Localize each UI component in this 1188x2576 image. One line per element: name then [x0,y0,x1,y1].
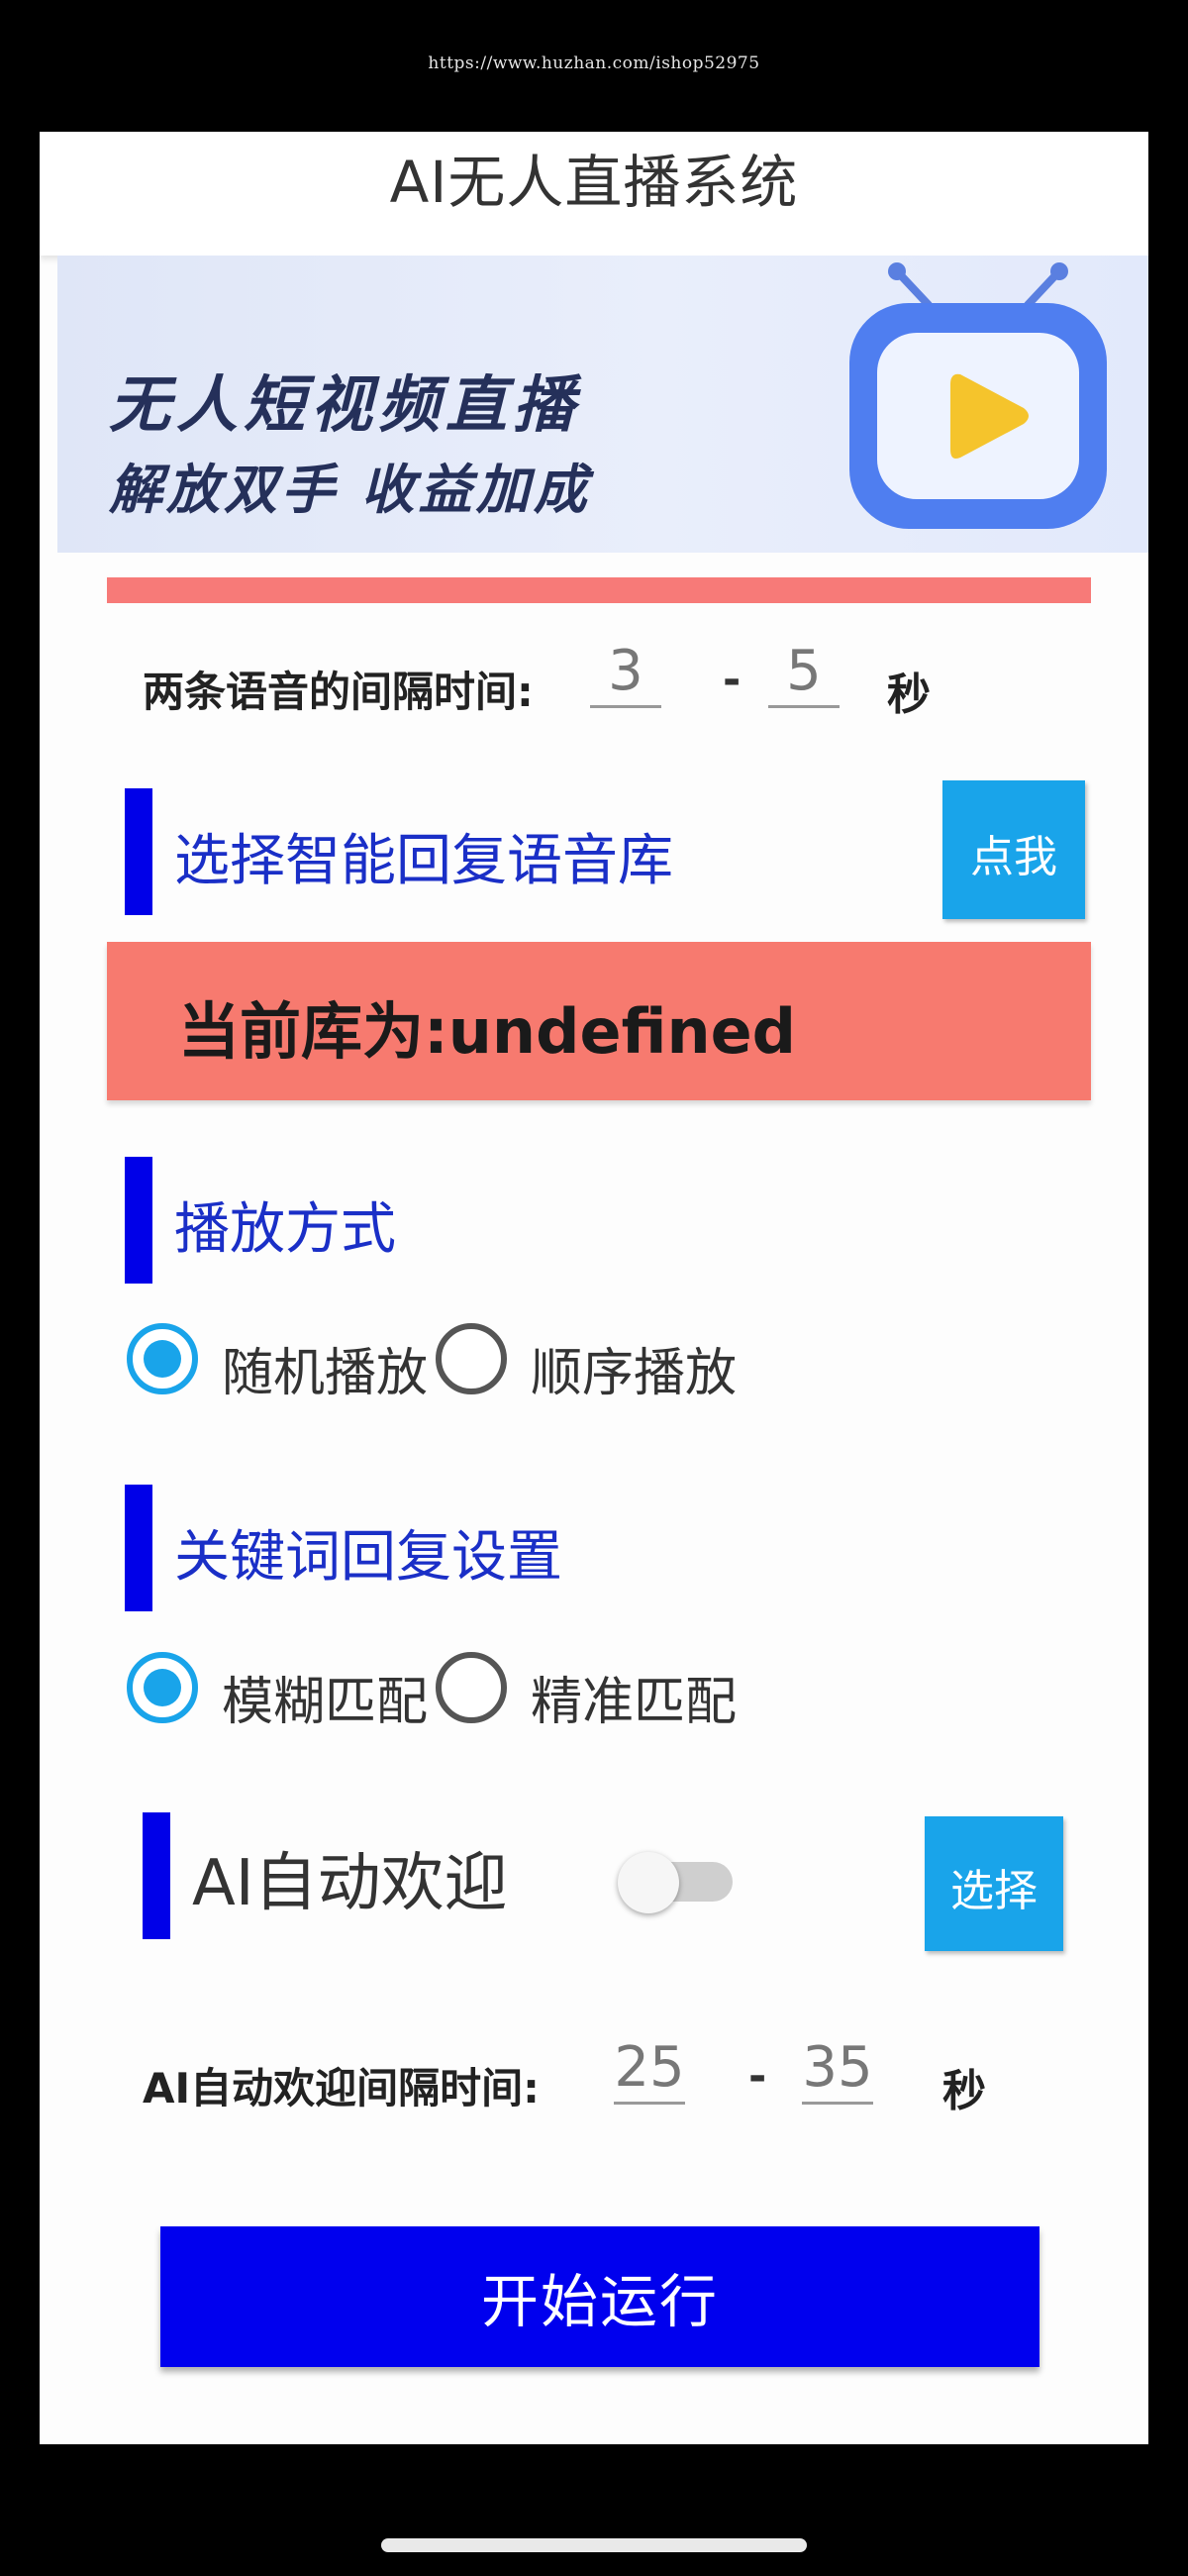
home-indicator[interactable] [381,2538,807,2552]
range-dash: - [748,2051,767,2102]
current-library-banner: 当前库为:undefined [107,942,1091,1100]
voice-interval-row: 两条语音的间隔时间: - 秒 [143,637,1083,726]
current-library-text: 当前库为:undefined [178,995,797,1068]
exact-match-radio[interactable] [436,1652,507,1723]
keyword-section-title: 关键词回复设置 [174,1525,562,1590]
banner-headline: 无人短视频直播 [109,368,581,441]
section-marker [125,1157,152,1284]
start-run-button[interactable]: 开始运行 [160,2226,1040,2367]
section-marker [125,1485,152,1611]
tv-play-icon [849,262,1107,529]
section-marker [143,1812,170,1939]
promo-banner: 无人短视频直播 解放双手 收益加成 [57,256,1148,553]
playback-section-title: 播放方式 [174,1197,396,1262]
range-dash: - [723,655,742,705]
library-section: 选择智能回复语音库 点我 [125,780,1095,919]
watermark-url: https://www.huzhan.com/ishop52975 [428,53,760,73]
exact-match-label[interactable]: 精准匹配 [531,1660,737,1734]
keyword-options: 模糊匹配 精准匹配 [127,1652,820,1734]
voice-interval-max-input[interactable] [768,637,840,708]
voice-interval-label: 两条语音的间隔时间: [143,668,534,716]
keyword-section: 关键词回复设置 [125,1485,818,1613]
fuzzy-match-label[interactable]: 模糊匹配 [222,1660,428,1734]
section-marker [125,788,152,915]
seconds-unit: 秒 [942,2066,986,2116]
choose-library-button[interactable]: 点我 [942,780,1085,919]
seconds-unit: 秒 [887,670,931,720]
page-title: AI无人直播系统 [389,149,799,216]
choose-welcome-button[interactable]: 选择 [925,1816,1063,1951]
ai-welcome-toggle[interactable] [618,1852,735,1913]
welcome-interval-min-input[interactable] [614,2033,685,2105]
app-screen: AI无人直播系统 无人短视频直播 解放双手 收益加成 两条语音的间隔时间: - … [40,132,1148,2444]
library-section-title: 选择智能回复语音库 [174,829,673,893]
welcome-section: AI自动欢迎 选择 [143,1812,1073,1951]
playback-section: 播放方式 [125,1157,719,1286]
voice-interval-min-input[interactable] [590,637,661,708]
sequential-play-label[interactable]: 顺序播放 [531,1331,737,1405]
welcome-interval-row: AI自动欢迎间隔时间: - 秒 [143,2033,1083,2122]
title-bar: AI无人直播系统 [40,132,1148,256]
ai-welcome-title: AI自动欢迎 [192,1847,508,1920]
random-play-radio[interactable] [127,1323,198,1394]
accent-divider [107,577,1091,603]
welcome-interval-max-input[interactable] [802,2033,873,2105]
fuzzy-match-radio[interactable] [127,1652,198,1723]
toggle-knob [618,1852,679,1913]
banner-tagline: 解放双手 收益加成 [109,459,591,521]
playback-options: 随机播放 顺序播放 [127,1323,820,1405]
random-play-label[interactable]: 随机播放 [222,1331,428,1405]
welcome-interval-label: AI自动欢迎间隔时间: [143,2064,540,2112]
sequential-play-radio[interactable] [436,1323,507,1394]
